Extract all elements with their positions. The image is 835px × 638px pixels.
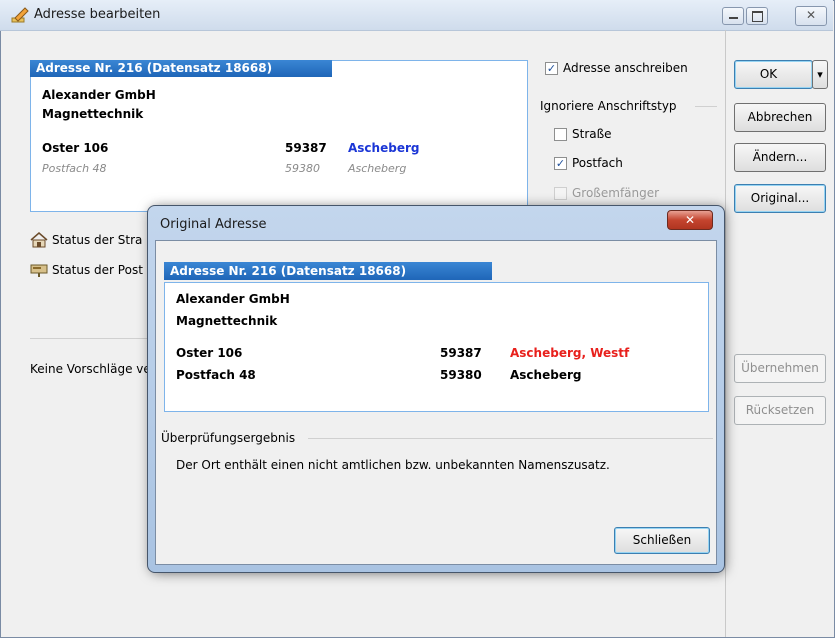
ignore-group-label: Ignoriere Anschriftstyp	[540, 99, 677, 113]
write-address-label: Adresse anschreiben	[563, 61, 688, 75]
dialog-title: Original Adresse	[160, 217, 267, 232]
address-box	[30, 60, 528, 212]
address-pobox-zip: 59380	[285, 162, 320, 175]
change-button[interactable]: Ändern...	[734, 143, 826, 172]
window-title: Adresse bearbeiten	[34, 7, 161, 22]
group-divider	[695, 106, 717, 107]
dialog-street: Oster 106	[176, 346, 243, 360]
apply-button[interactable]: Übernehmen	[734, 354, 826, 383]
original-button[interactable]: Original...	[734, 184, 826, 213]
close-window-button[interactable]: ✕	[795, 6, 827, 26]
dialog-address-header: Adresse Nr. 216 (Datensatz 18668)	[164, 262, 492, 280]
dialog-pobox-zip: 59380	[440, 368, 482, 382]
ok-button[interactable]: OK	[734, 60, 813, 89]
pobox-checkbox[interactable]: ✓	[554, 157, 567, 170]
address-pobox: Postfach 48	[42, 162, 107, 175]
maximize-button[interactable]	[746, 7, 768, 25]
house-icon	[30, 232, 48, 248]
street-checkbox[interactable]	[554, 128, 567, 141]
edit-pencil-icon	[11, 7, 29, 23]
dialog-name2: Magnettechnik	[176, 314, 278, 328]
address-street-zip: 59387	[285, 141, 327, 155]
result-text: Der Ort enthält einen nicht amtlichen bz…	[176, 458, 610, 472]
big-recipient-label: Großemfänger	[572, 186, 660, 200]
address-name2: Magnettechnik	[42, 107, 144, 121]
street-status-label: Status der Stra	[52, 233, 143, 247]
pobox-checkbox-label: Postfach	[572, 156, 623, 170]
reset-button[interactable]: Rücksetzen	[734, 396, 826, 425]
close-dialog-button[interactable]: Schließen	[614, 527, 710, 554]
dialog-name1: Alexander GmbH	[176, 292, 290, 306]
address-name1: Alexander GmbH	[42, 88, 156, 102]
dialog-street-zip: 59387	[440, 346, 482, 360]
button-column-separator	[725, 30, 726, 637]
address-pobox-city: Ascheberg	[348, 162, 407, 175]
mailbox-icon	[30, 264, 48, 277]
big-recipient-checkbox[interactable]	[554, 187, 567, 200]
address-street-city: Ascheberg	[348, 141, 420, 155]
address-header: Adresse Nr. 216 (Datensatz 18668)	[30, 60, 332, 77]
ok-dropdown-button[interactable]: ▾	[812, 60, 828, 89]
dialog-pobox: Postfach 48	[176, 368, 256, 382]
no-suggestions-text: Keine Vorschläge ve	[30, 362, 151, 376]
pobox-status-label: Status der Post	[52, 263, 143, 277]
dialog-pobox-city: Ascheberg	[510, 368, 582, 382]
cancel-button[interactable]: Abbrechen	[734, 103, 826, 132]
street-checkbox-label: Straße	[572, 127, 612, 141]
status-divider	[30, 338, 148, 339]
minimize-button[interactable]	[722, 7, 744, 25]
address-street: Oster 106	[42, 141, 109, 155]
write-address-checkbox[interactable]: ✓	[545, 62, 558, 75]
dialog-close-button[interactable]: ✕	[667, 210, 713, 230]
result-group-divider	[308, 438, 713, 439]
dialog-street-city: Ascheberg, Westf	[510, 346, 630, 360]
result-group-label: Überprüfungsergebnis	[161, 431, 296, 445]
